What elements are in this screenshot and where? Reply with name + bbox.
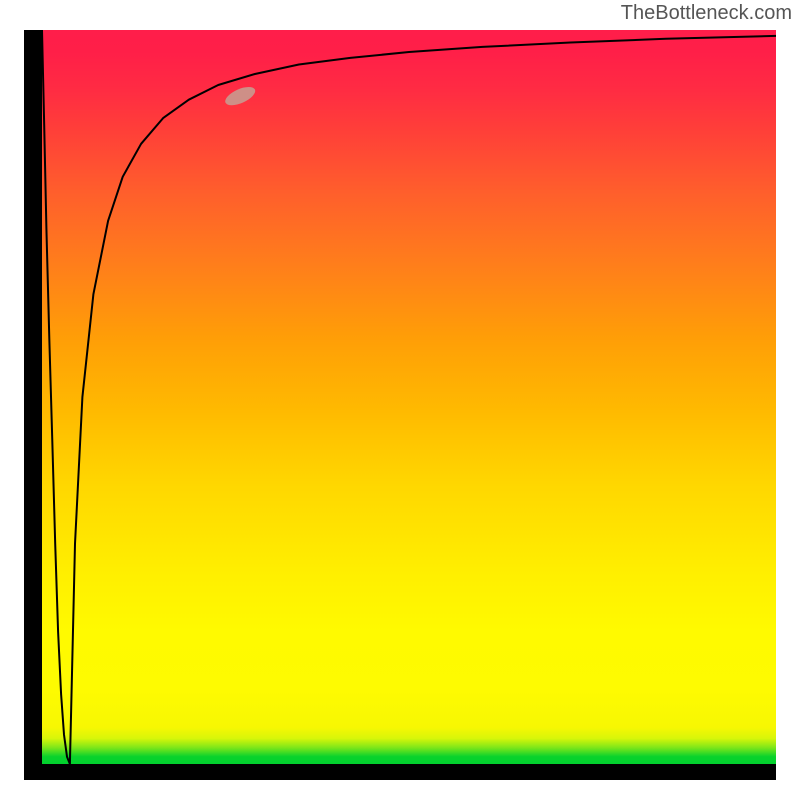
- attribution-text: TheBottleneck.com: [621, 2, 792, 25]
- marker-point: [223, 83, 258, 109]
- y-axis-bar: [24, 30, 42, 770]
- chart-plot: [42, 30, 776, 764]
- bottleneck-curve: [42, 30, 776, 764]
- x-axis-bar: [24, 764, 776, 780]
